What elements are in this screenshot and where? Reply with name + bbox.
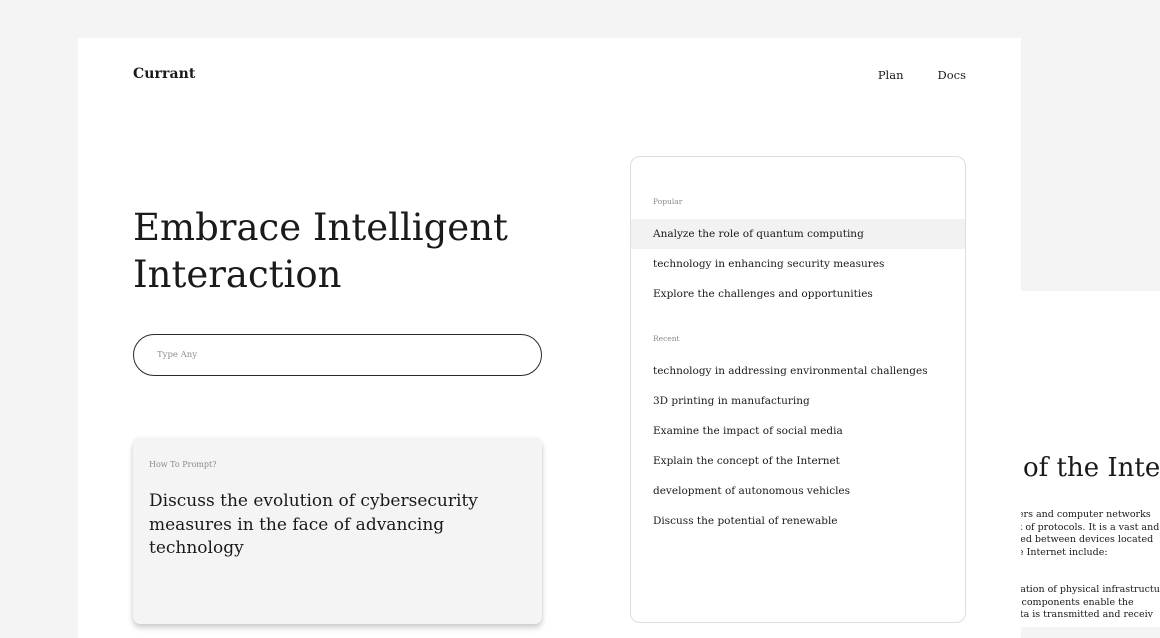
- document-line: nged between devices located: [1021, 534, 1154, 545]
- prompt-card[interactable]: How To Prompt? Discuss the evolution of …: [133, 438, 542, 624]
- nav-item-docs[interactable]: Docs: [938, 68, 967, 82]
- document-line: data is transmitted and receiv: [1021, 609, 1153, 620]
- prompt-card-label: How To Prompt?: [149, 460, 217, 469]
- document-line: the Internet include:: [1021, 546, 1108, 558]
- popular-item[interactable]: Explore the challenges and opportunities: [631, 279, 965, 309]
- document-line: ndation of physical infrastructu: [1021, 584, 1160, 595]
- popular-item[interactable]: technology in enhancing security measure…: [631, 249, 965, 279]
- brand-logo[interactable]: Currant: [133, 66, 196, 82]
- page-title: Embrace Intelligent Interaction: [133, 206, 508, 296]
- document-preview: of the Inter uters and computer networks…: [1021, 291, 1160, 627]
- popular-list: Analyze the role of quantum computing te…: [631, 219, 965, 309]
- recent-item[interactable]: development of autonomous vehicles: [631, 476, 965, 506]
- top-nav: Plan Docs: [878, 68, 966, 82]
- recent-item[interactable]: Explain the concept of the Internet: [631, 446, 965, 476]
- document-line: set of protocols. It is a vast and: [1021, 521, 1160, 533]
- nav-item-plan[interactable]: Plan: [878, 68, 904, 82]
- recent-item[interactable]: technology in addressing environmental c…: [631, 356, 965, 386]
- document-paragraph: uters and computer networks set of proto…: [1021, 509, 1159, 559]
- document-line: uters and computer networks: [1021, 509, 1151, 520]
- prompt-card-text: Discuss the evolution of cybersecurity m…: [149, 491, 478, 558]
- document-line: se components enable the: [1021, 596, 1134, 608]
- document-title: of the Inter: [1023, 453, 1160, 483]
- recent-section-label: Recent: [653, 334, 680, 343]
- recent-item[interactable]: Examine the impact of social media: [631, 416, 965, 446]
- document-paragraph: ndation of physical infrastructu se comp…: [1021, 584, 1160, 622]
- suggestions-panel: Popular Analyze the role of quantum comp…: [630, 156, 966, 623]
- recent-item[interactable]: Discuss the potential of renewable: [631, 506, 965, 536]
- search-input[interactable]: [133, 334, 542, 376]
- recent-list: technology in addressing environmental c…: [631, 356, 965, 536]
- popular-item[interactable]: Analyze the role of quantum computing: [631, 219, 965, 249]
- recent-item[interactable]: 3D printing in manufacturing: [631, 386, 965, 416]
- popular-section-label: Popular: [653, 197, 683, 206]
